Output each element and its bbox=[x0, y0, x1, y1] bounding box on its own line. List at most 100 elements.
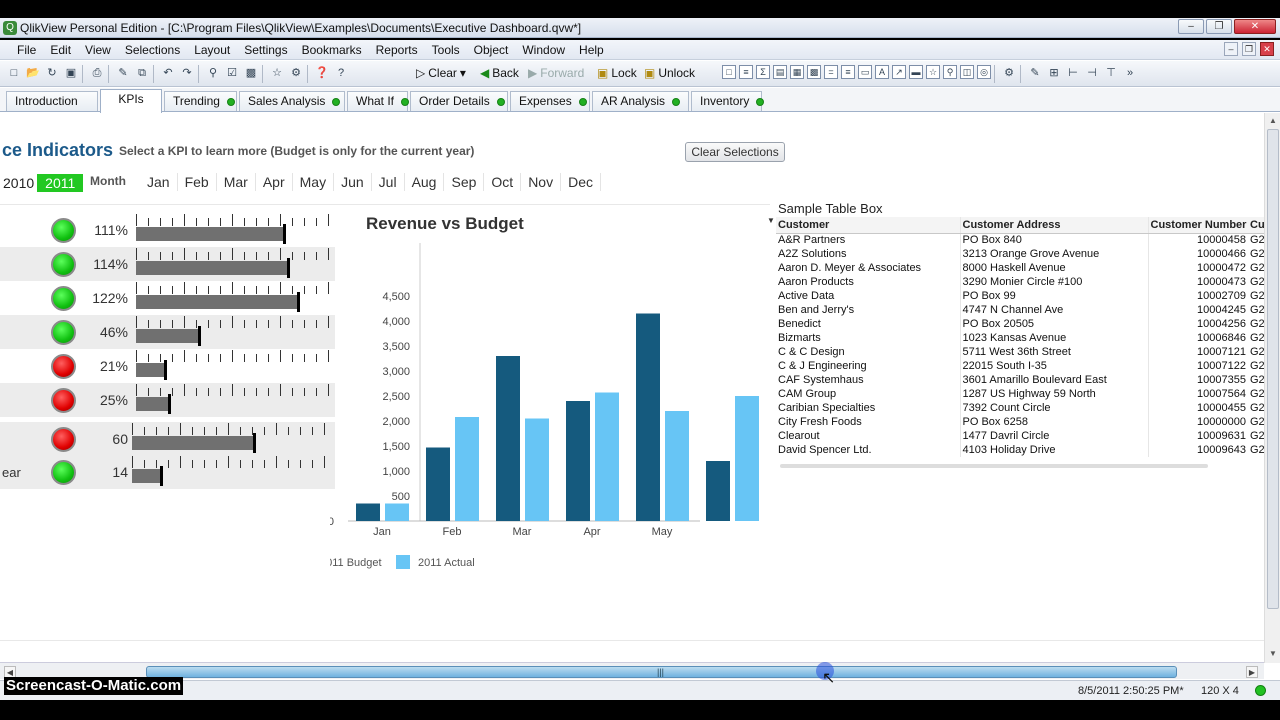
edit-script-icon[interactable]: ✎ bbox=[115, 65, 131, 81]
kpi-row[interactable]: 60 bbox=[0, 422, 335, 456]
table-row[interactable]: Aaron Products 3290 Monier Circle #100 100… bbox=[776, 275, 1264, 289]
clear-button[interactable]: ▷ Clear ▾ bbox=[416, 66, 466, 80]
button-object-icon[interactable]: ▭ bbox=[858, 65, 872, 79]
slider-icon[interactable]: ▬ bbox=[909, 65, 923, 79]
new-icon[interactable]: □ bbox=[6, 65, 22, 81]
table-header-cu[interactable]: Cu bbox=[1248, 217, 1264, 234]
kpi-row[interactable]: 114% bbox=[0, 247, 335, 281]
kpi-row[interactable]: 111% bbox=[0, 213, 335, 247]
table-row[interactable]: C & J Engineering 22015 South I-35 1000712… bbox=[776, 359, 1264, 373]
table-row[interactable]: A&R Partners PO Box 840 10000458 G2 bbox=[776, 233, 1264, 247]
open-icon[interactable]: 📂 bbox=[25, 65, 41, 81]
text-object-icon[interactable]: A bbox=[875, 65, 889, 79]
properties-icon[interactable]: ⚙ bbox=[288, 65, 304, 81]
month-dec[interactable]: Dec bbox=[561, 173, 601, 191]
menu-item-settings[interactable]: Settings bbox=[237, 43, 294, 57]
table-row[interactable]: CAM Group 1287 US Highway 59 North 1000756… bbox=[776, 387, 1264, 401]
context-help-icon[interactable]: ? bbox=[333, 65, 349, 81]
month-jun[interactable]: Jun bbox=[334, 173, 372, 191]
menu-item-selections[interactable]: Selections bbox=[118, 43, 187, 57]
month-feb[interactable]: Feb bbox=[178, 173, 217, 191]
sample-table-box[interactable]: Customer Customer Address Customer Number C… bbox=[776, 217, 1264, 457]
table-horizontal-scrollbar[interactable] bbox=[780, 464, 1208, 468]
kpi-row[interactable]: 122% bbox=[0, 281, 335, 315]
horizontal-scrollbar[interactable]: ◀ ||| ▶ bbox=[0, 662, 1264, 679]
table-row[interactable]: CAF Systemhaus 3601 Amarillo Boulevard Ea… bbox=[776, 373, 1264, 387]
distribute-icon[interactable]: ⊢ bbox=[1065, 65, 1081, 81]
reload-icon[interactable]: ↻ bbox=[44, 65, 60, 81]
table-row[interactable]: C & C Design 5711 West 36th Street 1000712… bbox=[776, 345, 1264, 359]
scroll-right-icon[interactable]: ▶ bbox=[1246, 666, 1258, 678]
tab-sales-analysis[interactable]: Sales Analysis bbox=[239, 91, 345, 111]
save-icon[interactable]: ▣ bbox=[63, 65, 79, 81]
tab-kpis[interactable]: KPIs bbox=[100, 89, 162, 113]
table-row[interactable]: Bizmarts 1023 Kansas Avenue 10006846 G2 bbox=[776, 331, 1264, 345]
align-left-icon[interactable]: ⊣ bbox=[1084, 65, 1100, 81]
line-arrow-icon[interactable]: ↗ bbox=[892, 65, 906, 79]
month-mar[interactable]: Mar bbox=[217, 173, 256, 191]
menu-item-reports[interactable]: Reports bbox=[369, 43, 425, 57]
horizontal-scroll-thumb[interactable]: ||| bbox=[146, 666, 1177, 678]
revenue-budget-chart[interactable]: 0 500 1,000 1,500 2,000 2,500 3,000 3,500 4,000 4… bbox=[330, 243, 770, 593]
search-icon[interactable]: ⚲ bbox=[205, 65, 221, 81]
scroll-down-icon[interactable]: ▼ bbox=[1268, 649, 1278, 659]
listbox-icon[interactable]: ≡ bbox=[739, 65, 753, 79]
clear-selections-button[interactable]: Clear Selections bbox=[685, 142, 785, 162]
tab-what-if[interactable]: What If bbox=[347, 91, 410, 111]
back-button[interactable]: ◀ Back bbox=[480, 66, 519, 80]
table-row[interactable]: Caribian Specialties 7392 Count Circle 100… bbox=[776, 401, 1264, 415]
month-aug[interactable]: Aug bbox=[405, 173, 445, 191]
vertical-scroll-thumb[interactable] bbox=[1267, 129, 1279, 609]
current-selections-icon[interactable]: ≡ bbox=[841, 65, 855, 79]
checkbox-icon[interactable]: ☑ bbox=[224, 65, 240, 81]
container-icon[interactable]: ◫ bbox=[960, 65, 974, 79]
close-button[interactable]: ✕ bbox=[1234, 19, 1276, 34]
tablebox-icon[interactable]: ▦ bbox=[790, 65, 804, 79]
custom-object-icon[interactable]: ◎ bbox=[977, 65, 991, 79]
chart-icon[interactable]: ▩ bbox=[243, 65, 259, 81]
menu-item-edit[interactable]: Edit bbox=[43, 43, 78, 57]
tab-ar-analysis[interactable]: AR Analysis bbox=[592, 91, 689, 111]
forward-button[interactable]: ▶ Forward bbox=[528, 66, 584, 80]
table-row[interactable]: City Fresh Foods PO Box 6258 10000000 G2 bbox=[776, 415, 1264, 429]
month-apr[interactable]: Apr bbox=[256, 173, 293, 191]
align-icon[interactable]: ⊞ bbox=[1046, 65, 1062, 81]
menu-item-object[interactable]: Object bbox=[467, 43, 516, 57]
table-row[interactable]: Clearout 1477 Davril Circle 10009631 G2 bbox=[776, 429, 1264, 443]
month-oct[interactable]: Oct bbox=[484, 173, 522, 191]
menu-item-bookmarks[interactable]: Bookmarks bbox=[295, 43, 369, 57]
tab-introduction[interactable]: Introduction bbox=[6, 91, 98, 111]
table-row[interactable]: Aaron D. Meyer & Associates 8000 Haskell … bbox=[776, 261, 1264, 275]
menu-item-layout[interactable]: Layout bbox=[187, 43, 237, 57]
doc-close-button[interactable]: ✕ bbox=[1260, 42, 1274, 56]
minimize-button[interactable]: – bbox=[1178, 19, 1204, 34]
kpi-row[interactable]: 25% bbox=[0, 383, 335, 417]
unlock-button[interactable]: ▣ Unlock bbox=[644, 66, 695, 80]
multibox-icon[interactable]: ▤ bbox=[773, 65, 787, 79]
month-jan[interactable]: Jan bbox=[140, 173, 178, 191]
scroll-up-icon[interactable]: ▲ bbox=[1268, 116, 1278, 126]
table-header-customer-address[interactable]: Customer Address bbox=[960, 217, 1149, 234]
month-may[interactable]: May bbox=[293, 173, 335, 191]
table-row[interactable]: David Spencer Ltd. 4103 Holiday Drive 1000… bbox=[776, 443, 1264, 457]
month-nov[interactable]: Nov bbox=[521, 173, 562, 191]
bookmark-object-icon[interactable]: ☆ bbox=[926, 65, 940, 79]
table-header-customer-number[interactable]: Customer Number bbox=[1148, 217, 1248, 234]
align-right-icon[interactable]: ⊤ bbox=[1103, 65, 1119, 81]
layout-properties-icon[interactable]: ⚙ bbox=[1001, 65, 1017, 81]
print-icon[interactable]: ⎙ bbox=[89, 65, 105, 81]
restore-button[interactable]: ❐ bbox=[1206, 19, 1232, 34]
help-icon[interactable]: ❓ bbox=[314, 65, 330, 81]
tab-trending[interactable]: Trending bbox=[164, 91, 237, 111]
sheet-icon[interactable]: □ bbox=[722, 65, 736, 79]
redo-icon[interactable]: ↷ bbox=[179, 65, 195, 81]
tab-inventory[interactable]: Inventory bbox=[691, 91, 765, 111]
table-header-customer[interactable]: Customer bbox=[776, 217, 961, 234]
doc-restore-button[interactable]: ❐ bbox=[1242, 42, 1256, 56]
menu-item-tools[interactable]: Tools bbox=[425, 43, 467, 57]
input-box-icon[interactable]: = bbox=[824, 65, 838, 79]
menu-item-window[interactable]: Window bbox=[515, 43, 572, 57]
chart-object-icon[interactable]: ▩ bbox=[807, 65, 821, 79]
year-2010[interactable]: 2010 bbox=[0, 174, 37, 192]
undo-icon[interactable]: ↶ bbox=[160, 65, 176, 81]
